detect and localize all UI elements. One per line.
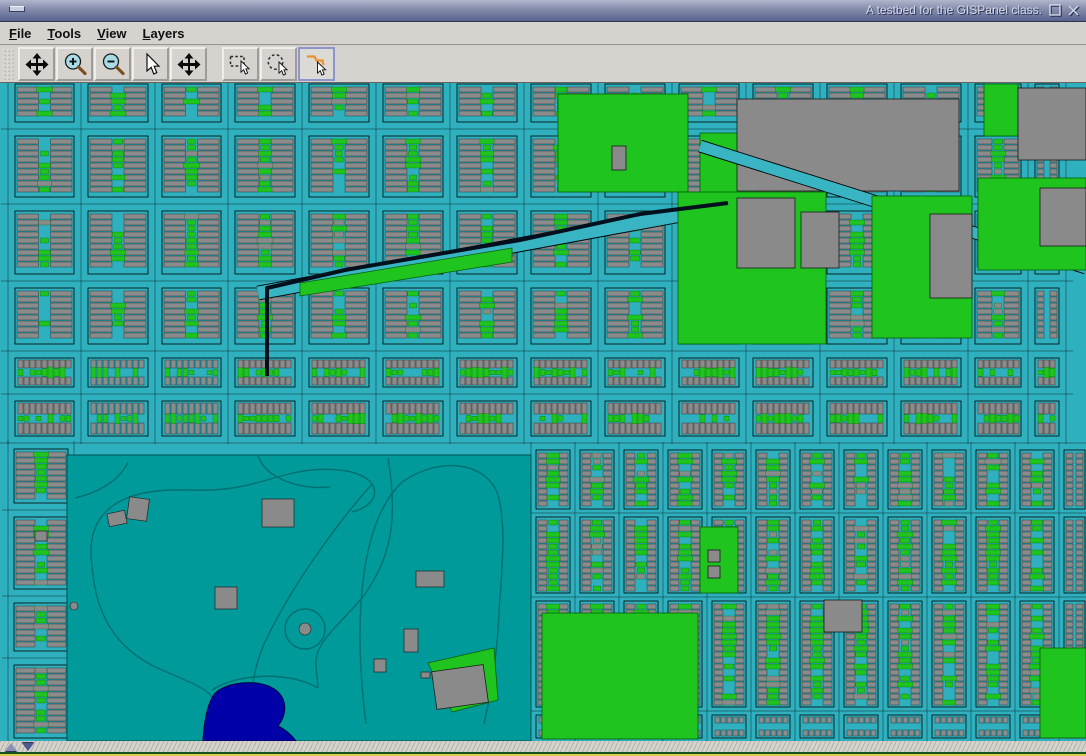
triangle-down-icon[interactable] <box>22 743 34 751</box>
move-arrows-icon <box>176 52 202 77</box>
cursor-arrow-icon <box>138 52 164 77</box>
pan-tool-button[interactable] <box>18 47 55 81</box>
close-button[interactable] <box>1067 4 1082 19</box>
square-icon <box>1049 4 1064 19</box>
menu-item-layers[interactable]: Layers <box>143 26 185 41</box>
gis-map[interactable] <box>0 83 1086 741</box>
scroll-strip[interactable] <box>0 741 1086 752</box>
pan-tool-2-button[interactable] <box>170 47 207 81</box>
menu-item-view[interactable]: View <box>97 26 126 41</box>
triangle-up-icon[interactable] <box>5 743 17 751</box>
move-arrows-icon <box>24 52 50 77</box>
dashed-circle-cursor-icon <box>266 52 292 77</box>
dashed-rect-cursor-icon <box>228 52 254 77</box>
magnifier-minus-icon <box>100 52 126 77</box>
magnifier-plus-icon <box>62 52 88 77</box>
polyline-select-tool-button[interactable] <box>298 47 335 81</box>
map-canvas[interactable] <box>0 83 1086 741</box>
app-window: A testbed for the GISPanel class. File To… <box>0 0 1086 756</box>
polyline-cursor-icon <box>304 52 330 77</box>
maximize-button[interactable] <box>1049 4 1064 19</box>
menu-item-file[interactable]: File <box>9 26 31 41</box>
select-tool-button[interactable] <box>132 47 169 81</box>
window-title: A testbed for the GISPanel class. <box>866 0 1042 22</box>
circle-select-tool-button[interactable] <box>260 47 297 81</box>
rect-select-tool-button[interactable] <box>222 47 259 81</box>
zoom-in-tool-button[interactable] <box>56 47 93 81</box>
menu-item-tools[interactable]: Tools <box>47 26 81 41</box>
menubar: File Tools View Layers <box>0 22 1086 45</box>
toolbar <box>0 46 1086 83</box>
window-menu-dash-icon[interactable] <box>9 6 25 12</box>
toolbar-grip[interactable] <box>2 48 15 81</box>
titlebar[interactable]: A testbed for the GISPanel class. <box>0 0 1086 22</box>
x-icon <box>1067 4 1082 19</box>
zoom-out-tool-button[interactable] <box>94 47 131 81</box>
toolbar-separator <box>208 47 222 81</box>
